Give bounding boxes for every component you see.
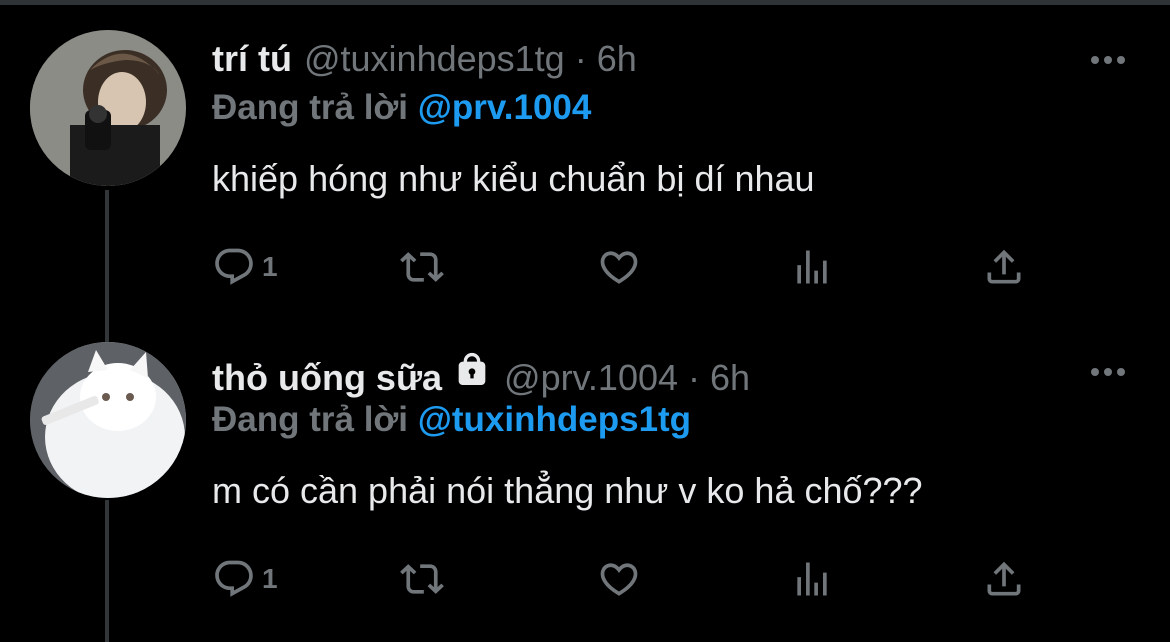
timestamp[interactable]: 6h [710, 357, 750, 399]
reply-button[interactable]: 1 [212, 554, 278, 604]
mention-link[interactable]: @prv.1004 [418, 88, 592, 127]
avatar[interactable] [30, 342, 186, 498]
reply-count: 1 [262, 251, 278, 282]
separator-dot: · [688, 357, 701, 398]
tweet-text: m có cần phải nói thẳng như v ko hả chố?… [212, 470, 923, 511]
share-button[interactable] [982, 554, 1026, 604]
tweet-header: thỏ uống sữa @prv.1004 · 6h [212, 350, 750, 398]
tweet-text: khiếp hóng như kiểu chuẩn bị dí nhau [212, 158, 815, 199]
analytics-icon [797, 562, 827, 596]
reply-bubble-icon [215, 560, 253, 597]
retweet-icon [400, 252, 444, 282]
heart-icon [600, 563, 638, 596]
retweet-button[interactable] [400, 554, 444, 604]
reply-count: 1 [262, 563, 278, 594]
avatar[interactable] [30, 30, 186, 186]
like-button[interactable] [597, 242, 641, 292]
tweet[interactable]: thỏ uống sữa @prv.1004 · 6h Đang trả lời… [0, 312, 1170, 612]
lock-icon [458, 352, 486, 385]
user-handle[interactable]: @prv.1004 [504, 357, 678, 399]
share-icon [987, 249, 1021, 284]
reply-bubble-icon [215, 248, 253, 285]
timestamp[interactable]: 6h [597, 38, 637, 80]
views-button[interactable] [790, 554, 834, 604]
heart-icon [600, 251, 638, 284]
display-name[interactable]: thỏ uống sữa [212, 357, 442, 399]
share-icon [987, 561, 1021, 596]
replying-to-line: Đang trả lời @prv.1004 [212, 88, 591, 128]
replying-prefix: Đang trả lời [212, 88, 409, 127]
reply-button[interactable]: 1 [212, 242, 278, 292]
analytics-icon [797, 250, 827, 284]
replying-to-line: Đang trả lời @tuxinhdeps1tg [212, 400, 691, 440]
replying-prefix: Đang trả lời [212, 400, 409, 439]
mention-link[interactable]: @tuxinhdeps1tg [418, 400, 691, 439]
user-handle[interactable]: @tuxinhdeps1tg [304, 38, 565, 80]
action-bar: 1 [212, 242, 1042, 292]
retweet-button[interactable] [400, 242, 444, 292]
tweet-header: trí tú @tuxinhdeps1tg · 6h [212, 38, 637, 86]
separator-dot: · [574, 38, 587, 79]
retweet-icon [400, 564, 444, 594]
more-horizontal-icon[interactable] [1088, 50, 1128, 70]
avatar-image [30, 30, 186, 186]
like-button[interactable] [597, 554, 641, 604]
more-horizontal-icon[interactable] [1088, 362, 1128, 382]
tweet[interactable]: trí tú @tuxinhdeps1tg · 6h Đang trả lời … [0, 0, 1170, 300]
display-name[interactable]: trí tú [212, 38, 292, 80]
share-button[interactable] [982, 242, 1026, 292]
action-bar: 1 [212, 554, 1042, 604]
avatar-image [30, 342, 186, 498]
views-button[interactable] [790, 242, 834, 292]
